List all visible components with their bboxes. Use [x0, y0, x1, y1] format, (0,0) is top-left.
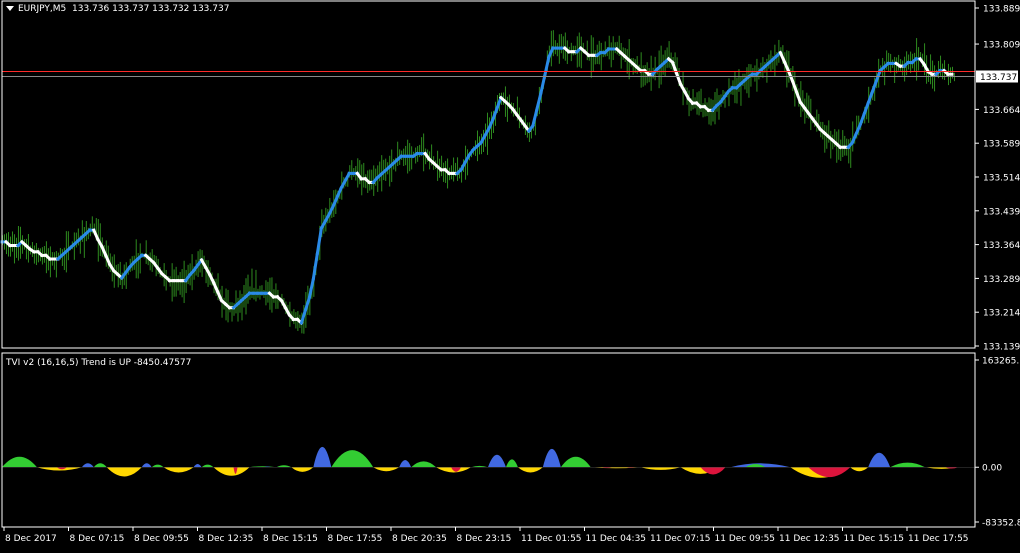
- indicator-y-axis: 163265.1 0.00 -83352.89: [975, 357, 1020, 529]
- y-tick-label: 133.214: [983, 309, 1020, 319]
- y-tick-label: 163265.1: [982, 357, 1020, 367]
- x-tick-label: 8 Dec 12:35: [199, 534, 254, 544]
- chart-canvas[interactable]: 133.889 133.809 133.737 133.664 133.589 133.5…: [0, 0, 1020, 549]
- price-panel-frame: [1, 0, 976, 349]
- histogram-segment: [373, 467, 400, 472]
- trend-segment: [794, 89, 803, 105]
- indicator-panel-frame: [1, 352, 976, 528]
- histogram-segment: [399, 460, 412, 468]
- price-level-lines: [2, 71, 975, 78]
- histogram-segment: [213, 467, 250, 476]
- x-tick-label: 8 Dec 2017: [5, 534, 57, 544]
- trend-segment: [535, 91, 543, 112]
- x-tick-label: 8 Dec 23:15: [457, 534, 512, 544]
- trend-segment: [870, 79, 879, 95]
- trend-segment: [315, 226, 324, 256]
- trend-segment: [531, 107, 539, 128]
- histogram-segment: [487, 454, 506, 468]
- x-tick-label: 11 Dec 15:15: [844, 534, 905, 544]
- histogram-segment: [276, 465, 292, 468]
- trend-segment: [539, 73, 547, 95]
- x-tick-label: 8 Dec 17:55: [328, 534, 383, 544]
- y-tick-label: 133.439: [983, 207, 1020, 217]
- x-tick-label: 11 Dec 12:35: [779, 534, 840, 544]
- x-tick-label: 11 Dec 04:35: [586, 534, 647, 544]
- price-y-axis: 133.889 133.809 133.737 133.664 133.589 133.5…: [975, 5, 1020, 353]
- histogram-segment: [291, 467, 314, 472]
- histogram-segment: [517, 467, 543, 473]
- trend-segment: [299, 308, 308, 325]
- y-tick-label: 133.589: [983, 140, 1020, 150]
- chart-svg[interactable]: 133.889 133.809 133.737 133.664 133.589 133.5…: [0, 0, 1020, 549]
- ohlc-values: 133.736 133.737 133.732 133.737: [72, 4, 230, 14]
- y-tick-label: 133.514: [983, 174, 1020, 184]
- last-price-label: 133.737: [980, 73, 1017, 83]
- x-tick-label: 8 Dec 20:35: [392, 534, 447, 544]
- histogram-segment: [2, 456, 37, 468]
- histogram-segment: [890, 462, 926, 468]
- trend-segment: [862, 101, 871, 116]
- x-tick-label: 11 Dec 07:15: [650, 534, 711, 544]
- trend-segment: [858, 111, 867, 127]
- histogram-segment: [560, 456, 591, 468]
- trend-segment: [311, 251, 320, 281]
- price-bars-layer: [2, 30, 956, 334]
- histogram-segment: [850, 467, 869, 472]
- histogram-segment: [542, 448, 561, 468]
- trend-segment: [543, 55, 551, 77]
- symbol-label: EURJPY,M5: [18, 4, 67, 14]
- histogram-segment: [331, 450, 374, 468]
- x-tick-label: 11 Dec 09:55: [715, 534, 776, 544]
- trend-line-layer: [0, 45, 954, 326]
- x-tick-label: 8 Dec 07:15: [70, 534, 125, 544]
- histogram-segment: [163, 467, 194, 473]
- chart-title[interactable]: EURJPY,M5 133.736 133.737 133.732 133.73…: [6, 2, 229, 16]
- histogram-segment: [193, 463, 202, 468]
- trend-segment: [674, 71, 683, 87]
- histogram-segment: [201, 464, 214, 468]
- histogram-segment: [81, 463, 94, 468]
- histogram-segment: [93, 463, 107, 468]
- y-tick-label: 133.364: [983, 241, 1020, 251]
- y-tick-label: 133.889: [983, 5, 1020, 15]
- histogram-segment: [411, 461, 437, 468]
- histogram-segment: [868, 452, 891, 468]
- tvi-histogram-layer: [2, 446, 975, 478]
- trend-segment: [491, 106, 499, 122]
- x-tick-label: 8 Dec 09:55: [134, 534, 189, 544]
- time-x-axis: 8 Dec 2017 8 Dec 07:15 8 Dec 09:55 8 Dec 12…: [3, 527, 969, 544]
- chevron-down-icon[interactable]: [6, 6, 14, 11]
- histogram-segment: [151, 464, 164, 468]
- histogram-segment: [141, 463, 152, 468]
- x-tick-label: 8 Dec 15:15: [263, 534, 318, 544]
- y-tick-label: 133.139: [983, 343, 1020, 353]
- x-tick-label: 11 Dec 17:55: [908, 534, 969, 544]
- y-tick-label: 133.289: [983, 275, 1020, 285]
- trend-segment: [307, 277, 316, 300]
- histogram-segment: [313, 446, 332, 468]
- y-tick-label: 133.664: [983, 106, 1020, 116]
- x-tick-label: 11 Dec 01:55: [521, 534, 582, 544]
- histogram-segment: [640, 467, 681, 470]
- y-tick-label: 133.809: [983, 41, 1020, 51]
- indicator-title: TVI v2 (16,16,5) Trend is UP -8450.47577: [6, 358, 192, 368]
- y-tick-label: 0.00: [982, 464, 1002, 474]
- y-tick-label: -83352.89: [982, 519, 1020, 529]
- histogram-segment: [505, 459, 518, 468]
- histogram-segment: [106, 467, 142, 477]
